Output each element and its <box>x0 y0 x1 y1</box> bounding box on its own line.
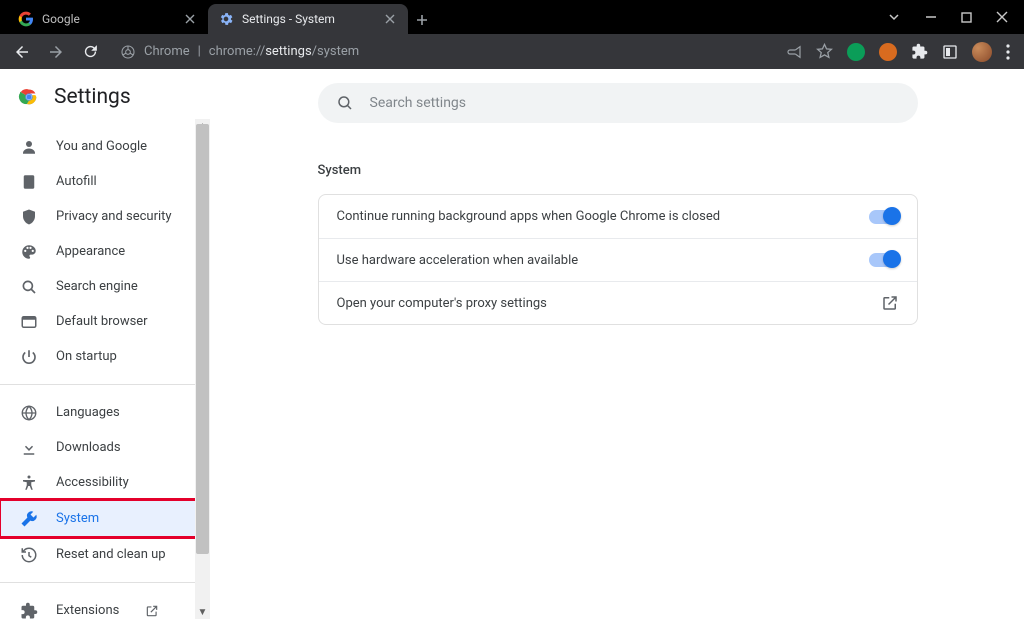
chevron-down-icon[interactable] <box>887 10 901 24</box>
toolbar-extensions <box>786 42 1016 62</box>
back-button[interactable] <box>8 38 36 66</box>
setting-row-label: Continue running background apps when Go… <box>337 209 721 224</box>
url-bar[interactable]: Chrome | chrome://settings/system <box>110 38 780 66</box>
share-icon[interactable] <box>786 44 802 60</box>
toggle-hw-accel[interactable] <box>869 253 899 267</box>
extension-orange-icon[interactable] <box>879 43 897 61</box>
sidebar-item-privacy[interactable]: Privacy and security <box>0 199 195 234</box>
assignment-icon <box>20 173 38 191</box>
sidebar-item-search-engine[interactable]: Search engine <box>0 269 195 304</box>
sidebar-item-you-and-google[interactable]: You and Google <box>0 129 195 164</box>
sidebar-item-on-startup[interactable]: On startup <box>0 339 195 374</box>
profile-avatar[interactable] <box>972 42 992 62</box>
settings-page: Settings You and Google Autofill Privacy a… <box>0 69 1024 620</box>
sidebar-item-accessibility[interactable]: Accessibility <box>0 465 195 500</box>
sidebar-list: You and Google Autofill Privacy and securi… <box>0 125 210 620</box>
close-icon[interactable] <box>382 11 398 27</box>
bookmark-star-icon[interactable] <box>816 43 833 60</box>
gear-favicon-icon <box>218 11 234 27</box>
reload-button[interactable] <box>76 38 104 66</box>
tab-title: Google <box>42 12 182 26</box>
tab-title: Settings - System <box>242 12 382 26</box>
extension-icon <box>20 602 38 620</box>
sidebar-item-label: Reset and clean up <box>56 547 166 562</box>
window-controls <box>887 0 1024 34</box>
sidebar-item-label: System <box>56 511 99 526</box>
palette-icon <box>20 243 38 261</box>
settings-card: Continue running background apps when Go… <box>318 194 918 325</box>
minimize-icon[interactable] <box>925 11 937 23</box>
setting-row-label: Open your computer's proxy settings <box>337 296 547 311</box>
setting-row-bg-apps[interactable]: Continue running background apps when Go… <box>319 195 917 238</box>
sidebar-item-system[interactable]: System <box>0 500 201 537</box>
new-tab-button[interactable] <box>408 6 436 34</box>
power-icon <box>20 348 38 366</box>
tab-settings[interactable]: Settings - System <box>208 4 408 34</box>
sidebar-item-autofill[interactable]: Autofill <box>0 164 195 199</box>
browser-titlebar: Google Settings - System <box>0 0 1024 34</box>
globe-icon <box>20 404 38 422</box>
sidebar-item-default-browser[interactable]: Default browser <box>0 304 195 339</box>
url-separator: | <box>198 44 201 59</box>
chrome-icon <box>120 44 136 60</box>
page-title: Settings <box>54 85 131 109</box>
search-icon <box>336 94 354 112</box>
external-link-icon <box>881 294 899 312</box>
sidebar-item-label: Extensions <box>56 603 119 618</box>
setting-row-label: Use hardware acceleration when available <box>337 253 579 268</box>
forward-button[interactable] <box>42 38 70 66</box>
scroll-down-icon[interactable]: ▼ <box>195 605 210 620</box>
settings-main: System Continue running background apps … <box>211 69 1024 620</box>
sidebar-item-extensions[interactable]: Extensions <box>0 593 195 620</box>
sidebar-item-label: You and Google <box>56 139 147 154</box>
settings-header: Settings <box>0 69 210 125</box>
browser-icon <box>20 313 38 331</box>
divider <box>0 582 210 583</box>
divider <box>0 384 210 385</box>
sidebar-item-label: Privacy and security <box>56 209 172 224</box>
restore-icon <box>20 546 38 564</box>
search-input[interactable] <box>370 95 900 111</box>
sidebar-item-label: Downloads <box>56 440 121 455</box>
sidebar-item-label: Default browser <box>56 314 148 329</box>
address-bar: Chrome | chrome://settings/system <box>0 34 1024 69</box>
person-icon <box>20 138 38 156</box>
sidebar-item-label: Accessibility <box>56 475 129 490</box>
setting-row-hw-accel[interactable]: Use hardware acceleration when available <box>319 238 917 281</box>
maximize-icon[interactable] <box>961 12 972 23</box>
accessibility-icon <box>20 474 38 492</box>
sidebar-item-label: Languages <box>56 405 120 420</box>
extension-green-icon[interactable] <box>847 43 865 61</box>
search-icon <box>20 278 38 296</box>
sidebar-item-label: Search engine <box>56 279 138 294</box>
sidebar-item-appearance[interactable]: Appearance <box>0 234 195 269</box>
url-text: chrome://settings/system <box>209 44 359 59</box>
toggle-bg-apps[interactable] <box>869 210 899 224</box>
sidebar: Settings You and Google Autofill Privacy a… <box>0 69 211 620</box>
sidebar-item-languages[interactable]: Languages <box>0 395 195 430</box>
close-window-icon[interactable] <box>996 11 1008 23</box>
sidebar-item-label: Appearance <box>56 244 125 259</box>
wrench-icon <box>20 510 38 528</box>
download-icon <box>20 439 38 457</box>
setting-row-proxy[interactable]: Open your computer's proxy settings <box>319 281 917 324</box>
section-title: System <box>318 163 918 178</box>
sidebar-item-reset[interactable]: Reset and clean up <box>0 537 195 572</box>
chrome-logo-icon <box>18 86 40 108</box>
sidebar-item-label: Autofill <box>56 174 97 189</box>
google-favicon-icon <box>18 11 34 27</box>
sidebar-item-label: On startup <box>56 349 117 364</box>
url-chrome-label: Chrome <box>144 44 190 59</box>
tab-google[interactable]: Google <box>8 4 208 34</box>
sidebar-item-downloads[interactable]: Downloads <box>0 430 195 465</box>
kebab-menu-icon[interactable] <box>1006 44 1010 60</box>
scrollbar-thumb[interactable] <box>196 124 209 554</box>
external-link-icon <box>145 604 159 618</box>
extensions-puzzle-icon[interactable] <box>911 43 928 60</box>
search-settings[interactable] <box>318 83 918 123</box>
close-icon[interactable] <box>182 11 198 27</box>
shield-icon <box>20 208 38 226</box>
reading-list-icon[interactable] <box>942 44 958 60</box>
